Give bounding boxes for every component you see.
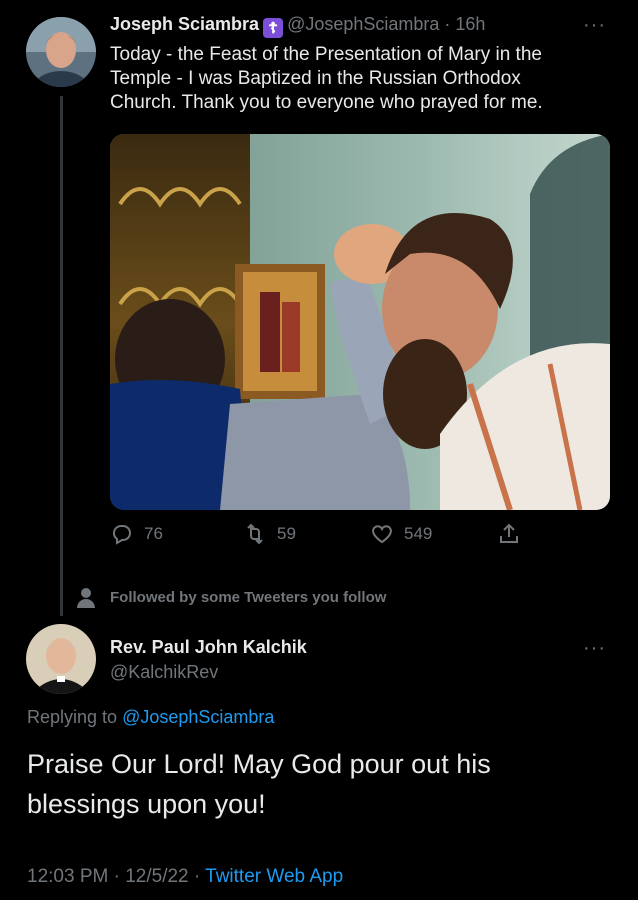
retweet-count: 59 [277, 524, 296, 543]
share-icon [500, 523, 518, 543]
reply-author-name[interactable]: Rev. Paul John Kalchik [110, 637, 307, 658]
reply-text-line: blessings upon you! [27, 789, 266, 819]
retweet-button[interactable]: 59 [243, 522, 296, 546]
tweet-text-line: Today - the Feast of the Presentation of… [110, 44, 542, 65]
tweet-text-line: Temple - I was Baptized in the Russian O… [110, 68, 521, 89]
tweet-header: Joseph Sciambra ☦ @JosephSciambra · 16h [110, 14, 580, 38]
reply-count: 76 [144, 524, 163, 543]
orthodox-cross-icon: ☦ [263, 18, 284, 38]
replying-to: Replying to @JosephSciambra [27, 707, 274, 728]
thread-line [60, 96, 63, 616]
retweet-icon [247, 523, 263, 545]
like-button[interactable]: 549 [370, 522, 432, 546]
replying-to-handle[interactable]: @JosephSciambra [122, 707, 274, 727]
reply-icon [113, 525, 131, 545]
more-options-icon[interactable]: ··· [583, 14, 606, 37]
like-icon [372, 525, 392, 544]
reply-meta: 12:03 PM · 12/5/22 · Twitter Web App [27, 866, 343, 888]
reply-more-options-icon[interactable]: ··· [583, 637, 606, 660]
author-handle-time[interactable]: @JosephSciambra · 16h [287, 14, 485, 34]
tweet-text-line: Church. Thank you to everyone who prayed… [110, 92, 543, 113]
reply-text-line: Praise Our Lord! May God pour out his [27, 749, 491, 779]
avatar-joseph[interactable] [26, 17, 96, 87]
author-name[interactable]: Joseph Sciambra [110, 14, 259, 34]
tweet-photo[interactable] [110, 134, 610, 510]
tweet-text: Today - the Feast of the Presentation of… [110, 43, 610, 115]
reply-source[interactable]: Twitter Web App [205, 866, 343, 887]
replying-to-prefix: Replying to [27, 707, 118, 727]
reply-button[interactable]: 76 [110, 522, 163, 546]
followed-by-text[interactable]: Followed by some Tweeters you follow [110, 589, 386, 606]
like-count: 549 [404, 524, 433, 543]
avatar-kalchik[interactable] [26, 624, 96, 694]
reply-author-handle[interactable]: @KalchikRev [110, 662, 218, 683]
reply-timestamp[interactable]: 12:03 PM · 12/5/22 · [27, 866, 200, 887]
reply-text: Praise Our Lord! May God pour out his bl… [27, 744, 617, 824]
person-icon [76, 586, 96, 610]
share-button[interactable] [497, 522, 521, 546]
